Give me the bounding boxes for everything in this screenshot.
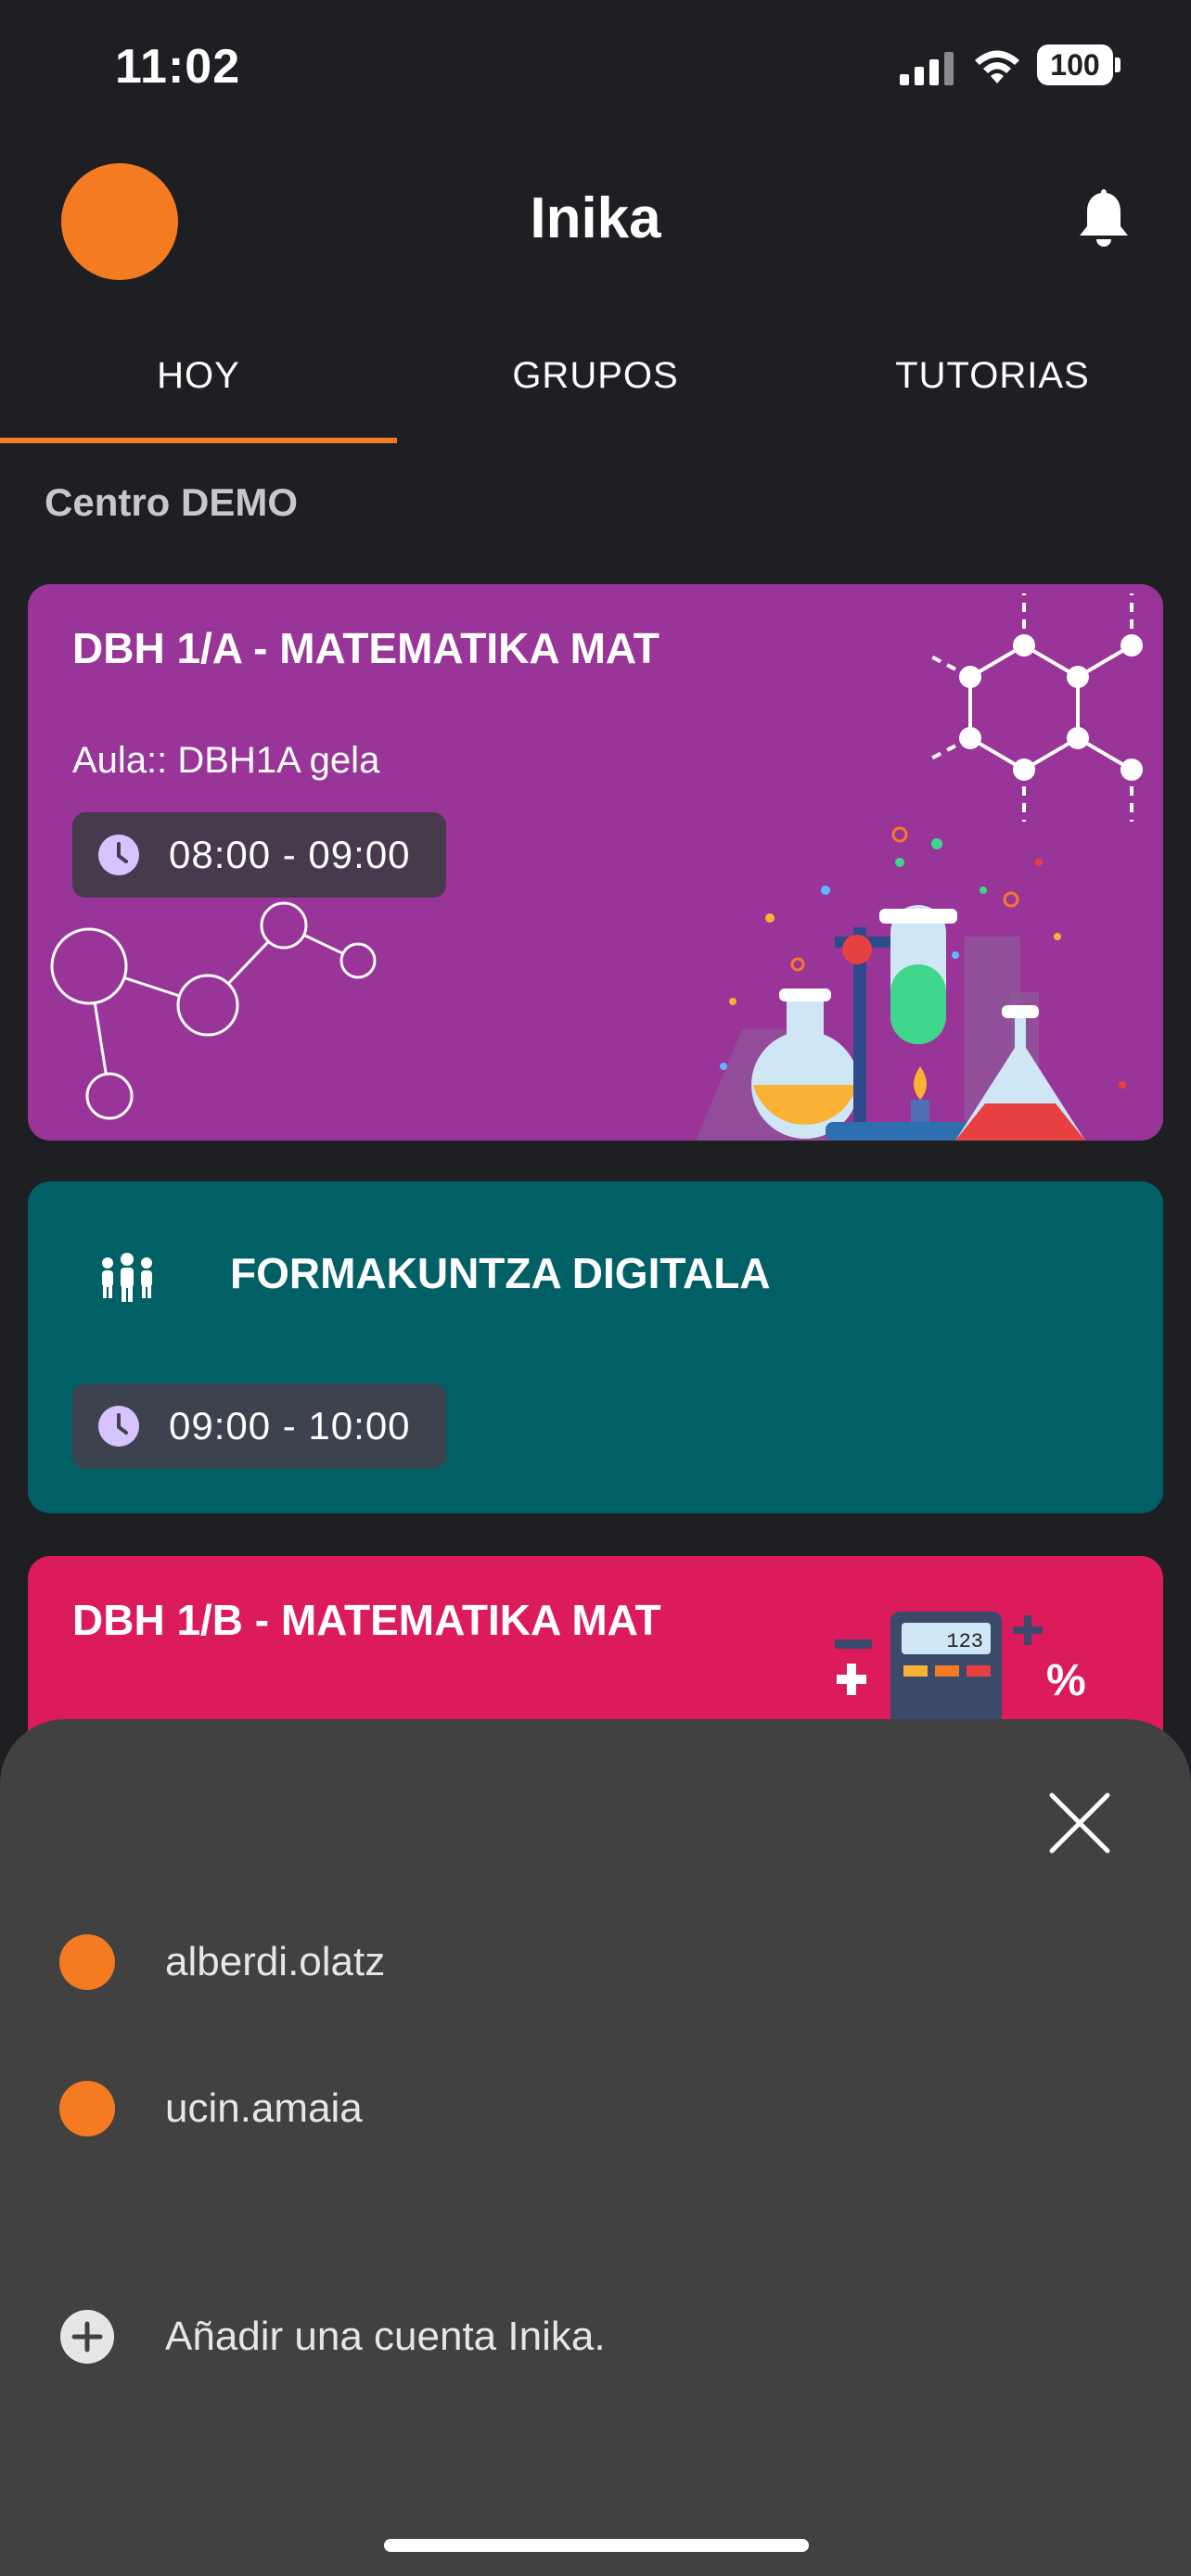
clock-icon <box>98 835 139 875</box>
app-title: Inika <box>530 186 661 250</box>
account-name: ucin.amaia <box>165 2085 363 2131</box>
class-card[interactable]: DBH 1/A - MATEMATIKA MAT Aula:: DBH1A ge… <box>28 584 1163 1141</box>
wifi-icon <box>975 50 1019 83</box>
tab-bar: HOY GRUPOS TUTORIAS <box>0 334 1191 443</box>
account-item[interactable]: alberdi.olatz <box>59 1925 385 1999</box>
plus-circle-icon <box>60 2310 114 2364</box>
class-title: DBH 1/A - MATEMATIKA MAT <box>72 624 660 672</box>
section-title: Centro DEMO <box>45 480 298 524</box>
battery-icon: 100 <box>1037 45 1121 85</box>
home-indicator <box>384 2539 809 2552</box>
close-icon[interactable] <box>1043 1786 1117 1860</box>
status-bar: 11:02 100 <box>0 0 1191 139</box>
bell-icon[interactable] <box>1076 185 1132 249</box>
cellular-signal-icon <box>900 52 954 85</box>
status-time: 11:02 <box>115 40 241 94</box>
tab-tutorias[interactable]: TUTORIAS <box>794 334 1191 438</box>
class-title: DBH 1/B - MATEMATIKA MAT <box>72 1596 661 1644</box>
class-time-badge: 08:00 - 09:00 <box>72 812 446 898</box>
clock-icon <box>98 1406 139 1447</box>
add-account-button[interactable]: Añadir una cuenta Inika. <box>59 2300 606 2374</box>
account-switcher-sheet <box>0 1719 1191 2576</box>
account-item[interactable]: ucin.amaia <box>59 2072 363 2146</box>
people-icon <box>102 1253 152 1302</box>
battery-level: 100 <box>1050 48 1100 82</box>
class-room: Aula:: DBH1A gela <box>72 740 380 781</box>
account-name: alberdi.olatz <box>165 1939 386 1984</box>
class-time: 09:00 - 10:00 <box>169 1404 411 1447</box>
class-title: FORMAKUNTZA DIGITALA <box>230 1249 771 1297</box>
add-account-label: Añadir una cuenta Inika. <box>165 2314 606 2359</box>
svg-text:%: % <box>1046 1656 1086 1705</box>
account-avatar <box>59 2081 115 2136</box>
calculator-display: 123 <box>946 1630 983 1653</box>
class-time-badge: 09:00 - 10:00 <box>72 1384 446 1469</box>
class-time: 08:00 - 09:00 <box>169 833 411 876</box>
tab-grupos[interactable]: GRUPOS <box>397 334 794 438</box>
account-avatar <box>59 1934 115 1990</box>
tab-hoy[interactable]: HOY <box>0 334 397 443</box>
class-card[interactable]: FORMAKUNTZA DIGITALA 09:00 - 10:00 <box>28 1181 1163 1513</box>
